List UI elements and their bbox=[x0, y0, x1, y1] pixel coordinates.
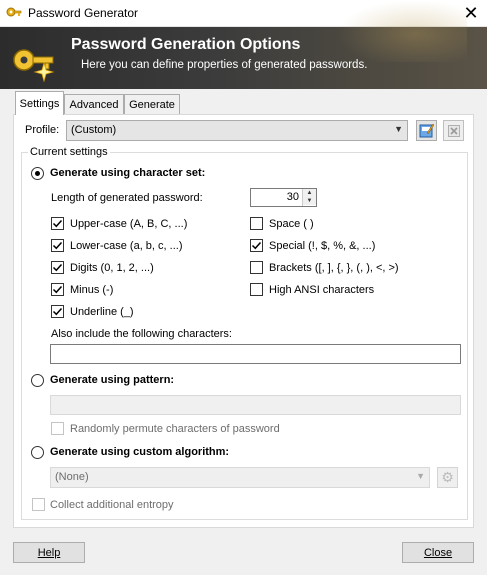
algorithm-options-button[interactable]: ⚙ bbox=[437, 467, 458, 488]
close-button-label: Close bbox=[423, 546, 453, 559]
edit-profile-icon bbox=[419, 123, 434, 138]
custom-algorithm-value: (None) bbox=[55, 471, 89, 483]
banner-subtitle: Here you can define properties of genera… bbox=[81, 59, 368, 71]
uppercase-label[interactable]: Upper-case (A, B, C, ...) bbox=[70, 218, 187, 230]
keepass-app-icon bbox=[6, 6, 22, 22]
chevron-down-icon: ▼ bbox=[394, 124, 403, 134]
underline-checkbox[interactable] bbox=[51, 305, 64, 318]
length-stepper[interactable]: 30 ▲ ▼ bbox=[250, 188, 317, 207]
delete-profile-button[interactable] bbox=[443, 120, 464, 141]
pattern-input[interactable] bbox=[50, 395, 461, 415]
include-label: Also include the following characters: bbox=[51, 328, 232, 340]
banner-decoration bbox=[337, 0, 467, 62]
profile-select[interactable]: (Custom) ▼ bbox=[66, 120, 408, 141]
minus-checkbox[interactable] bbox=[51, 283, 64, 296]
lowercase-checkbox[interactable] bbox=[51, 239, 64, 252]
length-value: 30 bbox=[286, 191, 299, 203]
group-label: Current settings bbox=[28, 146, 110, 158]
save-profile-button[interactable] bbox=[416, 120, 437, 141]
custom-algorithm-radio[interactable] bbox=[31, 446, 44, 459]
spin-up-icon[interactable]: ▲ bbox=[303, 189, 316, 197]
window-title: Password Generator bbox=[28, 6, 139, 20]
delete-icon bbox=[447, 124, 460, 137]
help-button-label: Help bbox=[37, 546, 61, 559]
profile-select-value: (Custom) bbox=[71, 124, 117, 136]
space-label[interactable]: Space ( ) bbox=[269, 218, 314, 230]
checkmark-icon bbox=[251, 241, 262, 250]
permute-label[interactable]: Randomly permute characters of password bbox=[70, 423, 280, 435]
high-ansi-checkbox[interactable] bbox=[250, 283, 263, 296]
digits-checkbox[interactable] bbox=[51, 261, 64, 274]
checkmark-icon bbox=[52, 241, 63, 250]
high-ansi-label[interactable]: High ANSI characters bbox=[269, 284, 374, 296]
pattern-radio[interactable] bbox=[31, 374, 44, 387]
spin-down-icon[interactable]: ▼ bbox=[303, 197, 316, 205]
minus-label[interactable]: Minus (-) bbox=[70, 284, 113, 296]
tab-settings[interactable]: Settings bbox=[15, 91, 64, 115]
help-button[interactable]: Help bbox=[13, 542, 85, 563]
pattern-radio-label[interactable]: Generate using pattern: bbox=[50, 374, 174, 386]
key-generator-icon bbox=[10, 36, 58, 84]
checkmark-icon bbox=[52, 285, 63, 294]
custom-algorithm-select[interactable]: (None) ▼ bbox=[50, 467, 430, 488]
profile-label: Profile: bbox=[25, 124, 60, 136]
banner-title: Password Generation Options bbox=[71, 36, 301, 53]
brackets-label[interactable]: Brackets ([, ], {, }, (, ), <, >) bbox=[269, 262, 399, 274]
brackets-checkbox[interactable] bbox=[250, 261, 263, 274]
digits-label[interactable]: Digits (0, 1, 2, ...) bbox=[70, 262, 154, 274]
lowercase-label[interactable]: Lower-case (a, b, c, ...) bbox=[70, 240, 182, 252]
underline-label[interactable]: Underline (_) bbox=[70, 306, 134, 318]
special-checkbox[interactable] bbox=[250, 239, 263, 252]
permute-checkbox[interactable] bbox=[51, 422, 64, 435]
entropy-label[interactable]: Collect additional entropy bbox=[50, 499, 174, 511]
special-label[interactable]: Special (!, $, %, &, ...) bbox=[269, 240, 375, 252]
charset-radio-label[interactable]: Generate using character set: bbox=[50, 167, 205, 179]
length-label: Length of generated password: bbox=[51, 192, 203, 204]
uppercase-checkbox[interactable] bbox=[51, 217, 64, 230]
entropy-checkbox[interactable] bbox=[32, 498, 45, 511]
checkmark-icon bbox=[52, 263, 63, 272]
tab-generate[interactable]: Generate bbox=[124, 94, 180, 114]
space-checkbox[interactable] bbox=[250, 217, 263, 230]
tab-advanced[interactable]: Advanced bbox=[64, 94, 124, 114]
custom-algorithm-label[interactable]: Generate using custom algorithm: bbox=[50, 446, 229, 458]
close-button[interactable]: Close bbox=[402, 542, 474, 563]
charset-radio[interactable] bbox=[31, 167, 44, 180]
gear-icon: ⚙ bbox=[441, 469, 454, 485]
checkmark-icon bbox=[52, 307, 63, 316]
chevron-down-icon: ▼ bbox=[416, 471, 425, 481]
checkmark-icon bbox=[52, 219, 63, 228]
include-characters-input[interactable] bbox=[50, 344, 461, 364]
